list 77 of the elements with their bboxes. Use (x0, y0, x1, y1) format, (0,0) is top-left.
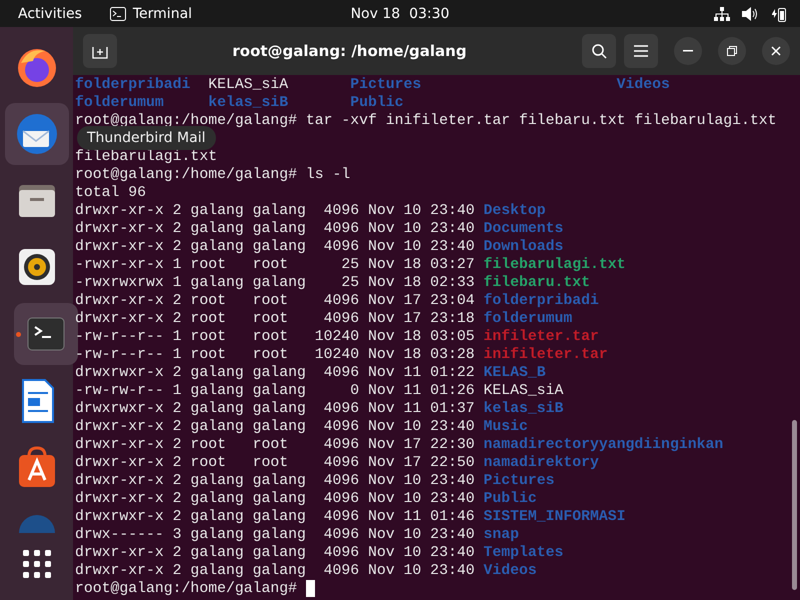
terminal-text: drwxr-xr-x 2 galang galang 4096 Nov 10 23:40 (75, 220, 476, 238)
terminal-text: drwxr-xr-x 2 root root 4096 Nov 17 22:30 (75, 436, 476, 454)
executable-file-name: filebarulagi.txt (483, 256, 626, 274)
directory-name: Videos (483, 562, 537, 580)
app-name: Terminal (132, 6, 192, 22)
battery-icon[interactable] (770, 6, 786, 22)
directory-name: folderpribadi (75, 76, 192, 94)
directory-name: folderpribadi (483, 292, 599, 310)
dock-item[interactable] (4, 102, 68, 165)
terminal-text: KELAS_siA (483, 382, 564, 400)
directory-name: Public (350, 94, 405, 112)
terminal-text: -rw-rw-r-- 1 galang galang 0 Nov 11 01:26 (75, 382, 476, 400)
network-icon[interactable] (714, 6, 730, 20)
menu-icon (634, 45, 648, 57)
window-title: root@galang: /home/galang (231, 42, 468, 60)
directory-name: kelas_siB (208, 94, 290, 112)
new-tab-button[interactable] (83, 34, 117, 68)
terminal-text: drwxr-xr-x 2 galang galang 4096 Nov 10 23:40 (75, 562, 476, 580)
directory-name: Documents (483, 220, 564, 238)
directory-name: folderumum (483, 310, 572, 328)
close-button[interactable] (762, 37, 790, 65)
directory-name: Pictures (483, 472, 555, 490)
terminal-text: filebarulagi.txt (75, 148, 218, 166)
terminal-text: drwxr-xr-x 2 galang galang 4096 Nov 10 23:40 (75, 238, 476, 256)
close-icon (771, 46, 781, 56)
archive-file-name: infileter.tar (483, 328, 599, 346)
directory-name: kelas_siB (483, 400, 564, 418)
executable-file-name: filebaru.txt (483, 274, 590, 292)
terminal-text: KELAS_siA (208, 76, 290, 94)
directory-name: SISTEM_INFORMASI (483, 508, 626, 526)
directory-name: Music (483, 418, 528, 436)
terminal-text: drwx------ 3 galang galang 4096 Nov 10 23:40 (75, 526, 476, 544)
terminal-text: drwxrwxr-x 2 galang galang 4096 Nov 11 01:37 (75, 400, 476, 418)
directory-name: KELAS_B (483, 364, 546, 382)
directory-name: Downloads (483, 238, 564, 256)
terminal-text: drwxr-xr-x 2 galang galang 4096 Nov 10 23:40 (75, 418, 476, 436)
app-grid-icon (20, 548, 52, 580)
terminal-text: root@galang:/home/galang# (75, 580, 298, 598)
directory-name: namadirektory (483, 454, 599, 472)
app-menu[interactable]: Terminal (110, 6, 192, 22)
directory-name: Desktop (483, 202, 546, 220)
terminal-text: drwxrwxr-x 2 galang galang 4096 Nov 11 01:22 (75, 364, 476, 382)
terminal-text: drwxr-xr-x 2 galang galang 4096 Nov 10 23:40 (75, 202, 476, 220)
terminal-text: -rwxr-xr-x 1 root root 25 Nov 18 03:27 (75, 256, 476, 274)
terminal-text: -rw-r--r-- 1 root root 10240 Nov 18 03:28 (75, 346, 476, 364)
terminal-text: -rw-r--r-- 1 root root 10240 Nov 18 03:05 (75, 328, 476, 346)
terminal-text: drwxr-xr-x 2 root root 4096 Nov 17 23:04 (75, 292, 476, 310)
directory-name: snap (483, 526, 519, 544)
tooltip: Thunderbird Mail (77, 126, 216, 150)
terminal-text: total 96 (75, 184, 146, 202)
terminal-icon (110, 6, 126, 20)
clock[interactable]: Nov 18 03:30 (350, 6, 450, 22)
search-button[interactable] (582, 34, 616, 68)
directory-name: Videos (616, 76, 671, 94)
directory-name: Pictures (350, 76, 422, 94)
archive-file-name: inifileter.tar (483, 346, 608, 364)
directory-name: Public (483, 490, 537, 508)
terminal-text: -rwxrwxrwx 1 galang galang 25 Nov 18 02:33 (75, 274, 476, 292)
restore-icon (727, 46, 737, 56)
terminal-text: drwxr-xr-x 2 galang galang 4096 Nov 10 23:40 (75, 472, 476, 490)
search-icon (591, 43, 607, 59)
directory-name: Templates (483, 544, 564, 562)
terminal-text: root@galang:/home/galang# ls -l (75, 166, 350, 184)
directory-name: folderumum (75, 94, 165, 112)
terminal-text: drwxr-xr-x 2 galang galang 4096 Nov 10 23:40 (75, 544, 476, 562)
terminal-text: drwxrwxr-x 2 galang galang 4096 Nov 11 01:46 (75, 508, 476, 526)
maximize-button[interactable] (718, 37, 746, 65)
terminal-text: drwxr-xr-x 2 galang galang 4096 Nov 10 23:40 (75, 490, 476, 508)
terminal-text: drwxr-xr-x 2 root root 4096 Nov 17 23:18 (75, 310, 476, 328)
volume-icon[interactable] (742, 6, 758, 20)
directory-name: namadirectoryyangdiinginkan (483, 436, 724, 454)
running-indicator (16, 332, 20, 338)
minimize-icon (683, 50, 693, 52)
terminal-text: drwxr-xr-x 2 root root 4096 Nov 17 22:50 (75, 454, 476, 472)
menu-button[interactable] (624, 34, 658, 68)
activities-button[interactable]: Activities (18, 6, 82, 22)
scrollbar[interactable] (792, 420, 797, 590)
